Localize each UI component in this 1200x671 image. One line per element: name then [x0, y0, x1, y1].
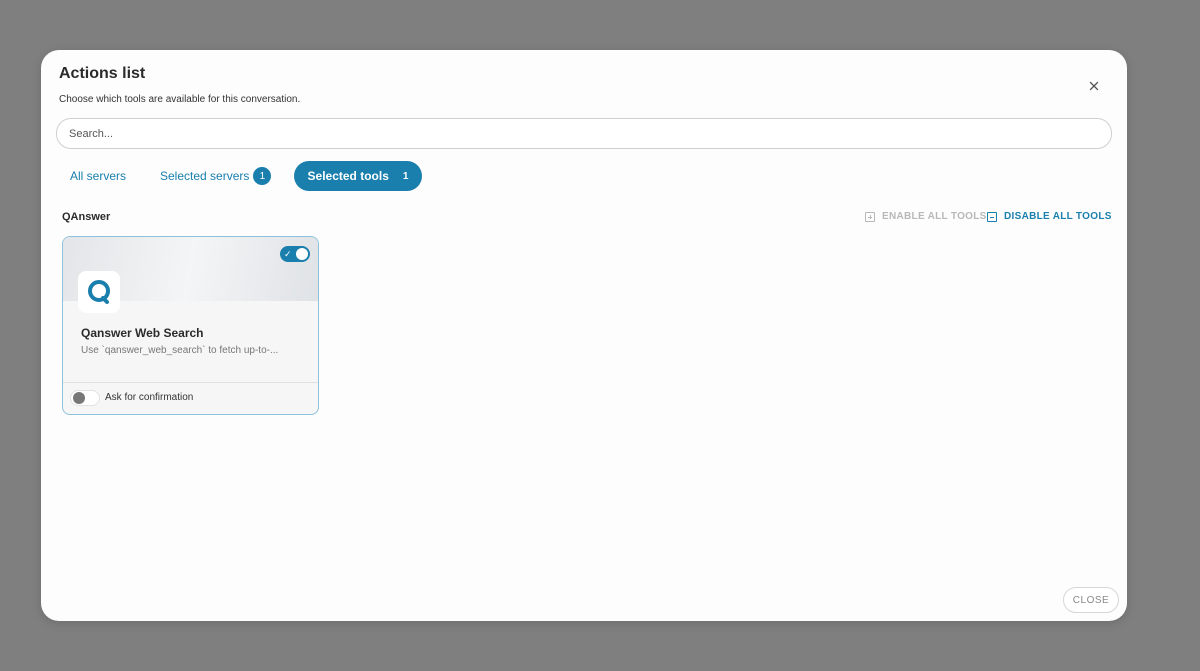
search-input[interactable] — [57, 119, 1089, 148]
ask-confirmation-label: Ask for confirmation — [105, 392, 194, 403]
actions-dialog: Actions list Choose which tools are avai… — [41, 50, 1127, 621]
disable-all-tools-button[interactable]: DISABLE ALL TOOLS — [987, 211, 1112, 222]
tool-description: Use `qanswer_web_search` to fetch up-to-… — [81, 345, 279, 356]
tab-label: All servers — [70, 169, 127, 183]
plus-square-icon — [865, 211, 875, 222]
count-badge: 1 — [402, 170, 409, 182]
tool-enabled-toggle[interactable]: ✓ — [280, 246, 310, 262]
toggle-knob — [296, 248, 308, 260]
tab-selected-tools[interactable]: Selected tools 1 — [294, 161, 422, 191]
search-field — [56, 118, 1112, 149]
minus-square-icon — [987, 211, 997, 222]
dialog-subtitle: Choose which tools are available for thi… — [59, 94, 301, 105]
disable-all-label: DISABLE ALL TOOLS — [1004, 211, 1112, 222]
toggle-knob — [73, 392, 85, 404]
dialog-title: Actions list — [59, 65, 146, 82]
tab-all-servers[interactable]: All servers — [70, 161, 126, 191]
tab-label: Selected tools — [307, 169, 389, 183]
tab-selected-servers[interactable]: Selected servers 1 — [160, 161, 272, 191]
server-group-title: QAnswer — [62, 211, 111, 223]
count-badge: 1 — [253, 167, 272, 185]
close-icon[interactable] — [1086, 78, 1102, 94]
ask-confirmation-toggle[interactable] — [70, 390, 100, 406]
divider — [63, 382, 318, 383]
tool-name: Qanswer Web Search — [81, 326, 204, 340]
check-icon: ✓ — [284, 249, 292, 259]
qanswer-logo-icon — [78, 271, 120, 313]
enable-all-label: ENABLE ALL TOOLS — [882, 211, 987, 222]
tab-label: Selected servers — [160, 169, 250, 183]
close-button[interactable]: CLOSE — [1063, 587, 1119, 613]
tool-card[interactable]: ✓ Qanswer Web Search Use `qanswer_web_se… — [62, 236, 319, 415]
enable-all-tools-button[interactable]: ENABLE ALL TOOLS — [865, 211, 987, 222]
